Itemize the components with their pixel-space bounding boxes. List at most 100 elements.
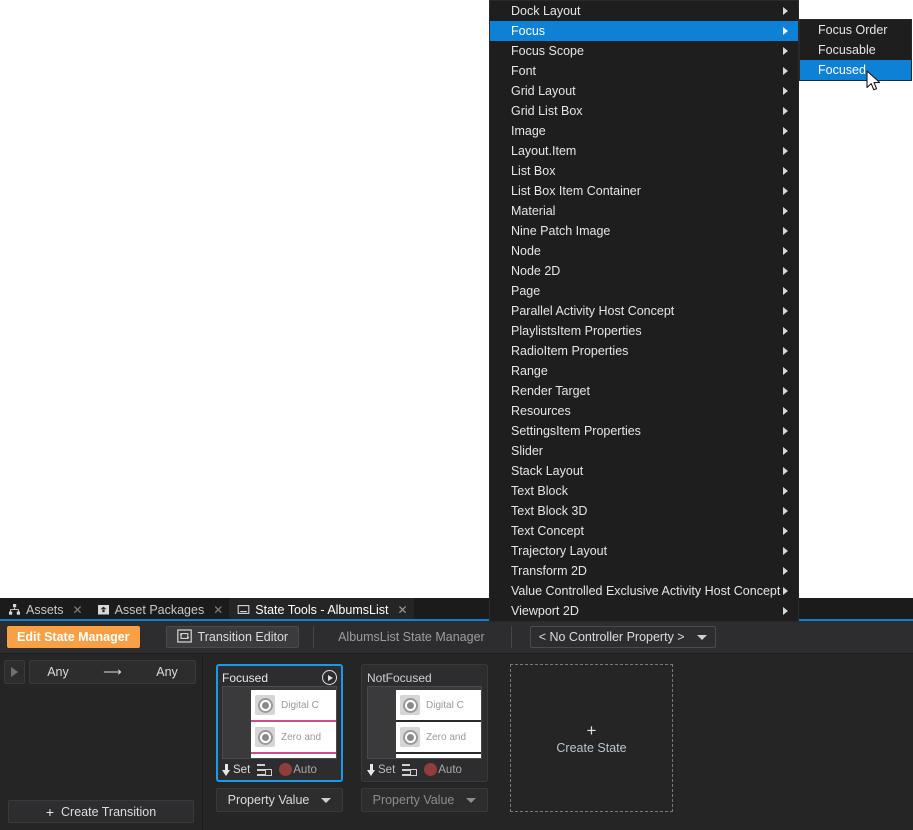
menu-item-parallel-activity-host-concept[interactable]: Parallel Activity Host Concept (490, 301, 798, 321)
menu-item-label: Render Target (511, 384, 590, 398)
menu-item-playlistsitem-properties[interactable]: PlaylistsItem Properties (490, 321, 798, 341)
tab-asset-packages[interactable]: Asset Packages ✕ (89, 598, 230, 621)
menu-item-label: Viewport 2D (511, 604, 579, 618)
chevron-right-icon (783, 27, 788, 35)
menu-item-list-box-item-container[interactable]: List Box Item Container (490, 181, 798, 201)
state-name: NotFocused (367, 671, 432, 685)
radio-record-icon (255, 695, 275, 715)
transitions-column: Any ⟶ Any + Create Transition (0, 654, 203, 830)
menu-item-list-box[interactable]: List Box (490, 161, 798, 181)
submenu-item-focusable[interactable]: Focusable (800, 40, 911, 60)
menu-item-image[interactable]: Image (490, 121, 798, 141)
state-card-focused[interactable]: Focused Digital C (216, 664, 343, 812)
set-button[interactable]: Set (367, 764, 395, 776)
tab-assets[interactable]: Assets ✕ (0, 598, 89, 621)
menu-item-stack-layout[interactable]: Stack Layout (490, 461, 798, 481)
menu-item-material[interactable]: Material (490, 201, 798, 221)
chevron-right-icon (783, 547, 788, 555)
state-title-row: NotFocused (367, 669, 482, 686)
menu-item-value-controlled-exclusive-activity-host-concept[interactable]: Value Controlled Exclusive Activity Host… (490, 581, 798, 601)
menu-item-focus[interactable]: Focus (490, 21, 798, 41)
chevron-right-icon (783, 527, 788, 535)
menu-item-layout-item[interactable]: Layout.Item (490, 141, 798, 161)
thumbnail-row: Zero and (251, 722, 336, 752)
transition-to: Any (156, 665, 178, 679)
menu-item-node[interactable]: Node (490, 241, 798, 261)
menu-item-dock-layout[interactable]: Dock Layout (490, 1, 798, 21)
close-icon[interactable]: ✕ (397, 604, 407, 616)
close-icon[interactable]: ✕ (213, 604, 223, 616)
menu-item-settingsitem-properties[interactable]: SettingsItem Properties (490, 421, 798, 441)
create-transition-button[interactable]: + Create Transition (8, 800, 194, 823)
create-state-button[interactable]: + Create State (510, 664, 673, 812)
chevron-right-icon (783, 267, 788, 275)
chevron-right-icon (783, 7, 788, 15)
play-transition-button[interactable] (4, 660, 25, 684)
menu-item-nine-patch-image[interactable]: Nine Patch Image (490, 221, 798, 241)
menu-item-viewport-2d[interactable]: Viewport 2D (490, 601, 798, 621)
list-checkbox-icon[interactable] (257, 764, 272, 776)
submenu-item-focus-order[interactable]: Focus Order (800, 20, 911, 40)
state-card-notfocused[interactable]: NotFocused Digital C (361, 664, 488, 812)
menu-item-label: Node (511, 244, 541, 258)
chevron-right-icon (783, 407, 788, 415)
set-button[interactable]: Set (222, 764, 250, 776)
property-value-label: Property Value (228, 793, 310, 807)
menu-item-grid-list-box[interactable]: Grid List Box (490, 101, 798, 121)
transition-editor-button[interactable]: Transition Editor (166, 626, 300, 648)
thumbnail-row: Digital C (396, 690, 481, 720)
menu-item-focus-scope[interactable]: Focus Scope (490, 41, 798, 61)
set-label: Set (233, 764, 250, 776)
menu-item-radioitem-properties[interactable]: RadioItem Properties (490, 341, 798, 361)
menu-item-text-block-3d[interactable]: Text Block 3D (490, 501, 798, 521)
edit-state-manager-button[interactable]: Edit State Manager (7, 626, 140, 648)
menu-item-grid-layout[interactable]: Grid Layout (490, 81, 798, 101)
tab-state-tools[interactable]: State Tools - AlbumsList ✕ (229, 598, 413, 621)
controller-property-value: < No Controller Property > (539, 630, 685, 644)
chevron-right-icon (783, 87, 788, 95)
submenu-item-focused[interactable]: Focused (800, 60, 911, 80)
focus-submenu[interactable]: Focus OrderFocusableFocused (799, 19, 912, 81)
menu-item-range[interactable]: Range (490, 361, 798, 381)
property-category-context-menu[interactable]: Dock LayoutFocusFocus ScopeFontGrid Layo… (489, 0, 799, 622)
menu-item-transform-2d[interactable]: Transform 2D (490, 561, 798, 581)
play-circle-icon[interactable] (322, 670, 337, 685)
auto-record-dot-icon (424, 763, 437, 776)
close-icon[interactable]: ✕ (73, 604, 83, 616)
menu-item-label: List Box Item Container (511, 184, 641, 198)
menu-item-node-2d[interactable]: Node 2D (490, 261, 798, 281)
assets-tree-icon (8, 603, 21, 616)
chevron-down-icon (321, 798, 331, 803)
state-card-body[interactable]: NotFocused Digital C (361, 664, 488, 782)
state-name: Focused (222, 671, 268, 685)
menu-item-text-concept[interactable]: Text Concept (490, 521, 798, 541)
chevron-right-icon (783, 207, 788, 215)
chevron-right-icon (783, 287, 788, 295)
chevron-right-icon (783, 347, 788, 355)
radio-record-icon (400, 727, 420, 747)
property-value-dropdown[interactable]: Property Value (216, 788, 343, 812)
property-value-dropdown[interactable]: Property Value (361, 788, 488, 812)
auto-button[interactable]: Auto (279, 763, 317, 776)
menu-item-slider[interactable]: Slider (490, 441, 798, 461)
menu-item-trajectory-layout[interactable]: Trajectory Layout (490, 541, 798, 561)
chevron-right-icon (783, 427, 788, 435)
menu-item-text-block[interactable]: Text Block (490, 481, 798, 501)
play-triangle-icon (11, 667, 18, 677)
menu-item-font[interactable]: Font (490, 61, 798, 81)
menu-item-resources[interactable]: Resources (490, 401, 798, 421)
state-card-body[interactable]: Focused Digital C (216, 664, 343, 782)
thumbnail-row-label: Zero and (281, 732, 321, 743)
property-value-label: Property Value (373, 793, 455, 807)
menu-item-render-target[interactable]: Render Target (490, 381, 798, 401)
transition-row[interactable]: Any ⟶ Any (29, 660, 196, 684)
controller-property-dropdown[interactable]: < No Controller Property > (530, 626, 716, 648)
edit-state-manager-label: Edit State Manager (17, 630, 130, 644)
menu-item-label: Nine Patch Image (511, 224, 610, 238)
auto-button[interactable]: Auto (424, 763, 462, 776)
plus-icon: + (587, 722, 597, 739)
menu-item-page[interactable]: Page (490, 281, 798, 301)
thumbnail-row-label: Digital C (281, 700, 319, 711)
thumbnail-row (396, 754, 481, 759)
list-checkbox-icon[interactable] (402, 764, 417, 776)
